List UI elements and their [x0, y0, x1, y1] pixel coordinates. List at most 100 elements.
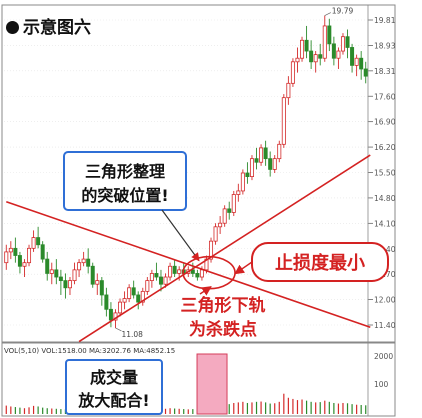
candle-body	[199, 269, 204, 278]
candle-body	[177, 269, 182, 274]
candle-body	[195, 273, 200, 278]
candle-body	[240, 172, 245, 192]
candle-body	[277, 143, 282, 160]
price-tick-label: 16.20	[374, 143, 396, 152]
candle-body	[327, 25, 332, 45]
candle-body	[131, 287, 136, 296]
candle-body	[81, 258, 86, 264]
volume-callout-text: 成交量	[90, 368, 138, 387]
candle-body	[49, 269, 54, 274]
chart-title: 示意图六	[6, 13, 91, 38]
breakout-callout-text: 的突破位置!	[81, 186, 168, 205]
price-tick-label: 14.80	[374, 194, 396, 203]
candle-body	[63, 280, 68, 289]
candle-body	[350, 47, 355, 66]
candle-body	[118, 301, 123, 314]
candle-body	[272, 158, 277, 170]
candle-body	[318, 54, 323, 59]
price-tick-label: 18.31	[374, 67, 396, 76]
candle-body	[22, 262, 27, 267]
candle-body	[286, 82, 291, 99]
candle-body	[345, 36, 350, 48]
candle-body	[13, 247, 18, 256]
candle-body	[136, 294, 141, 303]
candle-body	[58, 276, 63, 282]
candle-body	[154, 273, 159, 278]
candle-body	[31, 237, 36, 249]
candle-body	[236, 190, 241, 195]
price-tick-label: 17.60	[374, 92, 396, 101]
lower-track-text: 为杀跌点	[189, 319, 257, 340]
candle-body	[149, 273, 154, 282]
candle-body	[163, 276, 168, 285]
candle-body	[168, 265, 173, 278]
candle-body	[300, 39, 305, 59]
candle-body	[322, 25, 327, 59]
candle-body	[363, 68, 368, 77]
candle-body	[268, 158, 273, 170]
candle-body	[45, 258, 50, 274]
volume-tick-label: 2000	[374, 352, 393, 361]
candle-body	[8, 247, 13, 253]
candle-body	[263, 147, 268, 160]
price-tick-label: 12.00	[374, 296, 396, 305]
candle-body	[281, 97, 286, 145]
candle-body	[340, 36, 345, 52]
low-label: 11.08	[121, 330, 143, 339]
price-tick-label: 16.90	[374, 118, 396, 127]
candle-body	[122, 298, 127, 303]
candle-body	[290, 61, 295, 84]
candle-body	[17, 255, 22, 267]
candle-body	[313, 54, 318, 63]
candle-body	[331, 43, 336, 59]
candle-body	[218, 222, 223, 228]
volume-highlight-box	[196, 353, 228, 415]
lower-track-text: 三角形下轨	[181, 295, 266, 316]
candle-body	[158, 276, 163, 285]
candle-body	[40, 244, 45, 260]
volume-tick-label: 100	[374, 380, 389, 389]
volume-callout-text: 放大配合!	[77, 391, 149, 410]
candle-body	[27, 247, 32, 264]
candle-body	[254, 158, 259, 163]
candle-body	[145, 280, 150, 292]
candle-body	[99, 280, 104, 296]
candle-body	[359, 57, 364, 70]
candle-body	[104, 294, 109, 310]
candle-body	[67, 280, 72, 289]
high-label: 19.79	[332, 7, 354, 16]
candle-body	[249, 158, 254, 177]
candle-body	[295, 57, 300, 63]
candle-body	[90, 265, 95, 285]
candle-body	[127, 287, 132, 299]
stoploss-callout-text: 止损度最小	[275, 252, 365, 274]
volume-legend: VOL(5,10) VOL:1518.00 MA:3202.76 MA:4852…	[4, 347, 175, 355]
candle-body	[54, 269, 59, 278]
candle-body	[77, 262, 82, 271]
candle-body	[227, 208, 232, 213]
candle-body	[108, 308, 113, 321]
candle-body	[309, 50, 314, 63]
candle-body	[304, 39, 309, 52]
candle-body	[86, 258, 91, 267]
price-tick-label: 15.50	[374, 169, 396, 178]
candle-body	[231, 194, 236, 213]
candle-body	[336, 50, 341, 59]
stock-chart: 19.81 18.93 18.31 17.60 16.90 16.20 15.50 14.80…	[1, 4, 396, 417]
breakout-callout-text: 三角形整理	[85, 162, 165, 181]
price-tick-label: 18.93	[374, 41, 396, 50]
chart-title-text: 示意图六	[23, 18, 91, 38]
price-tick-label: 14.10	[374, 219, 396, 228]
price-tick-label: 11.40	[374, 321, 396, 330]
candle-body	[95, 280, 100, 285]
price-tick-label: 19.81	[374, 16, 396, 25]
candle-body	[72, 269, 77, 282]
candle-body	[36, 237, 41, 246]
candle-body	[354, 57, 359, 66]
candle-body	[245, 172, 250, 177]
bullet-icon	[6, 21, 19, 34]
candle-body	[222, 208, 227, 224]
candle-body	[4, 251, 9, 264]
candle-body	[213, 226, 218, 242]
candle-body	[259, 147, 264, 163]
